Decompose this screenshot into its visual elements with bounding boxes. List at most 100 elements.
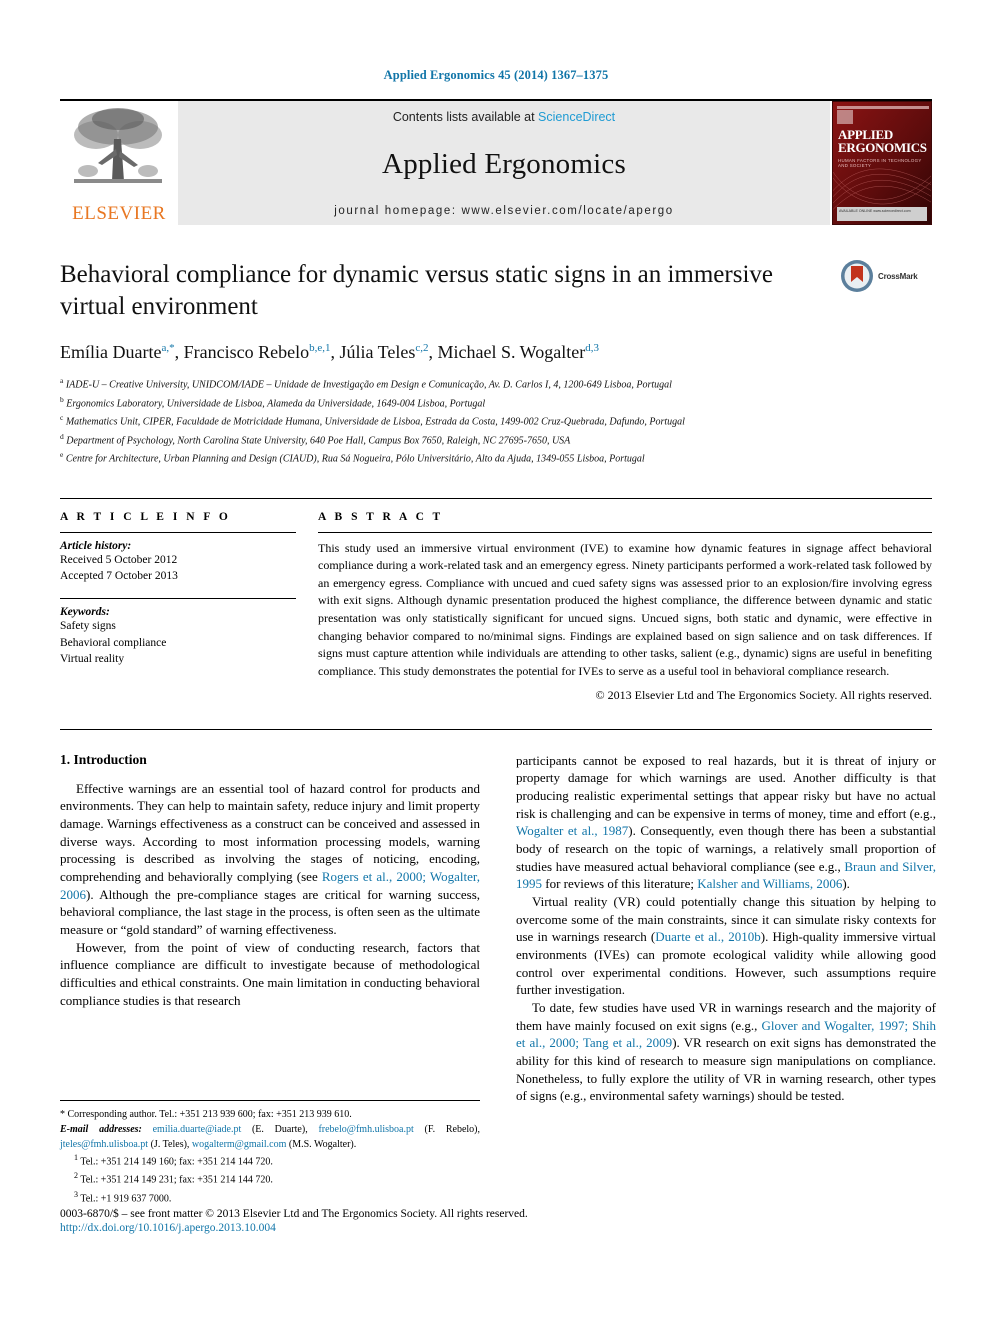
body-columns: 1. Introduction Effective warnings are a… [60,728,936,1105]
affiliation-line: d Department of Psychology, North Caroli… [60,431,932,450]
citation-link[interactable]: Wogalter et al., 1987 [516,823,628,838]
elsevier-tree-icon [74,108,162,183]
corresponding-author-note: * Corresponding author. Tel.: +351 213 9… [60,1109,352,1120]
contents-available-line: Contents lists available at ScienceDirec… [393,110,615,124]
author-name: Francisco Rebelo [183,342,310,362]
author-affiliation-marks: c,2 [415,342,429,354]
email-addresses-label: E-mail addresses: [60,1124,153,1135]
author-affiliation-marks: d,3 [585,342,599,354]
article-title: Behavioral compliance for dynamic versus… [60,261,774,320]
body-column-left: 1. Introduction Effective warnings are a… [60,752,480,1105]
email-owner: (M.S. Wogalter). [286,1139,357,1150]
right-column-paragraphs: participants cannot be exposed to real h… [516,752,936,1105]
citation-link[interactable]: Kalsher and Williams, 2006 [697,876,842,891]
elsevier-wordmark: ELSEVIER [72,203,166,224]
crossmark-icon [841,260,873,292]
cover-subtitle: HUMAN FACTORS IN TECHNOLOGY AND SOCIETY [838,158,922,168]
article-first-page: Applied Ergonomics 45 (2014) 1367–1375 E… [0,0,992,1323]
affiliation-text: Ergonomics Laboratory, Universidade de L… [63,397,486,409]
affiliation-line: c Mathematics Unit, CIPER, Faculdade de … [60,412,932,431]
cover-title-line2: ERGONOMICS [838,140,927,156]
crossmark-label: CrossMark [878,271,918,281]
affiliation-text: Department of Psychology, North Carolina… [63,434,571,446]
affiliation-text: Centre for Architecture, Urban Planning … [63,453,645,465]
title-block: Behavioral compliance for dynamic versus… [60,259,932,468]
contents-prefix: Contents lists available at [392,110,539,124]
numbered-footnotes: 1 Tel.: +351 214 149 160; fax: +351 214 … [60,1152,480,1207]
cover-footer-text: AVAILABLE ONLINE www.sciencedirect.com [837,207,927,221]
body-paragraph: Virtual reality (VR) could potentially c… [516,893,936,998]
info-rule-middle [60,597,296,599]
keywords-list: Safety signs Behavioral compliance Virtual… [60,618,296,668]
abstract-text: This study used an immersive virtual env… [318,540,932,678]
journal-masthead: ELSEVIER Contents lists available at Sci… [60,99,932,225]
numbered-footnote: 3 Tel.: +1 919 637 7000. [60,1189,480,1207]
affiliation-text: Mathematics Unit, CIPER, Faculdade de Mo… [63,416,685,428]
body-column-right: participants cannot be exposed to real h… [516,752,936,1105]
author-list: Emília Duartea,*, Francisco Rebelob,e,1,… [60,342,599,362]
email-link[interactable]: frebelo@fmh.ulisboa.pt [318,1124,413,1135]
author-name: Michael S. Wogalter [437,342,586,362]
journal-title: Applied Ergonomics [382,148,626,180]
author-affiliation-marks: b,e,1 [309,342,331,354]
crossmark-badge[interactable]: CrossMark [840,259,932,293]
article-history-item: Accepted 7 October 2013 [60,570,178,583]
sciencedirect-link[interactable]: ScienceDirect [538,110,615,124]
keyword-item: Behavioral compliance [60,636,167,649]
author-name: Júlia Teles [339,342,416,362]
article-history-item: Received 5 October 2012 [60,553,178,566]
page-footer: 0003-6870/$ – see front matter © 2013 El… [60,1208,940,1234]
affiliation-list: a IADE-U – Creative University, UNIDCOM/… [60,375,932,468]
abstract-rule [318,531,932,533]
elsevier-logo: ELSEVIER [60,101,178,225]
footnote-text: Tel.: +351 214 149 160; fax: +351 214 14… [78,1156,273,1168]
journal-cover-thumbnail: APPLIED ERGONOMICS HUMAN FACTORS IN TECH… [832,101,932,225]
numbered-footnote: 2 Tel.: +351 214 149 231; fax: +351 214 … [60,1170,480,1188]
keyword-item: Safety signs [60,619,116,632]
footnotes-block: * Corresponding author. Tel.: +351 213 9… [60,1100,480,1207]
affiliation-line: e Centre for Architecture, Urban Plannin… [60,449,932,468]
cover-title-line1: APPLIED [838,127,893,142]
author-affiliation-marks: a,* [161,342,175,354]
article-history-list: Received 5 October 2012 Accepted 7 Octobe… [60,552,296,585]
info-abstract-section: A R T I C L E I N F O Article history: R… [60,497,932,703]
article-info-heading: A R T I C L E I N F O [60,510,231,523]
citation-link[interactable]: Glover and Wogalter, 1997; Shih et al., … [516,1018,936,1051]
abstract-heading: A B S T R A C T [318,510,444,523]
author-name: Emília Duarte [60,342,162,362]
footnote-text: Tel.: +1 919 637 7000. [78,1192,172,1204]
email-addresses-note: E-mail addresses: emilia.duarte@iade.pt … [60,1122,480,1152]
section-title-introduction: 1. Introduction [60,751,147,767]
article-info-column: A R T I C L E I N F O Article history: R… [60,511,318,703]
citation-link[interactable]: Duarte et al., 2010b [655,929,761,944]
abstract-copyright: © 2013 Elsevier Ltd and The Ergonomics S… [595,687,933,702]
info-rule-top [60,531,296,533]
email-owner: (E. Duarte), [241,1124,319,1135]
masthead-center: Contents lists available at ScienceDirec… [178,101,830,225]
issn-copyright-line: 0003-6870/$ – see front matter © 2013 El… [60,1208,528,1220]
keyword-item: Virtual reality [60,653,125,666]
keywords-label: Keywords: [60,605,110,618]
cover-title: APPLIED ERGONOMICS [838,128,927,155]
email-link[interactable]: jteles@fmh.ulisboa.pt [60,1139,148,1150]
citation-link[interactable]: Rogers et al., 2000; Wogalter, 2006 [60,869,480,902]
affiliation-text: IADE-U – Creative University, UNIDCOM/IA… [63,379,672,391]
article-history-label: Article history: [60,539,132,552]
footnote-text: Tel.: +351 214 149 231; fax: +351 214 14… [78,1174,273,1186]
affiliation-line: a IADE-U – Creative University, UNIDCOM/… [60,375,932,394]
affiliation-line: b Ergonomics Laboratory, Universidade de… [60,394,932,413]
left-column-paragraphs: Effective warnings are an essential tool… [60,780,480,1010]
email-owner: (J. Teles), [148,1139,192,1150]
numbered-footnote: 1 Tel.: +351 214 149 160; fax: +351 214 … [60,1152,480,1170]
email-owner: (F. Rebelo), [413,1124,481,1135]
body-paragraph: However, from the point of view of condu… [60,939,480,1008]
abstract-column: A B S T R A C T This study used an immer… [318,511,932,703]
email-link[interactable]: emilia.duarte@iade.pt [153,1124,242,1135]
email-link[interactable]: wogalterm@gmail.com [192,1139,286,1150]
journal-homepage[interactable]: journal homepage: www.elsevier.com/locat… [334,205,674,217]
body-paragraph: To date, few studies have used VR in war… [516,999,936,1104]
body-paragraph: participants cannot be exposed to real h… [516,752,937,892]
doi-link[interactable]: http://dx.doi.org/10.1016/j.apergo.2013.… [60,1222,940,1234]
body-paragraph: Effective warnings are an essential tool… [60,780,480,937]
running-head: Applied Ergonomics 45 (2014) 1367–1375 [383,68,609,82]
